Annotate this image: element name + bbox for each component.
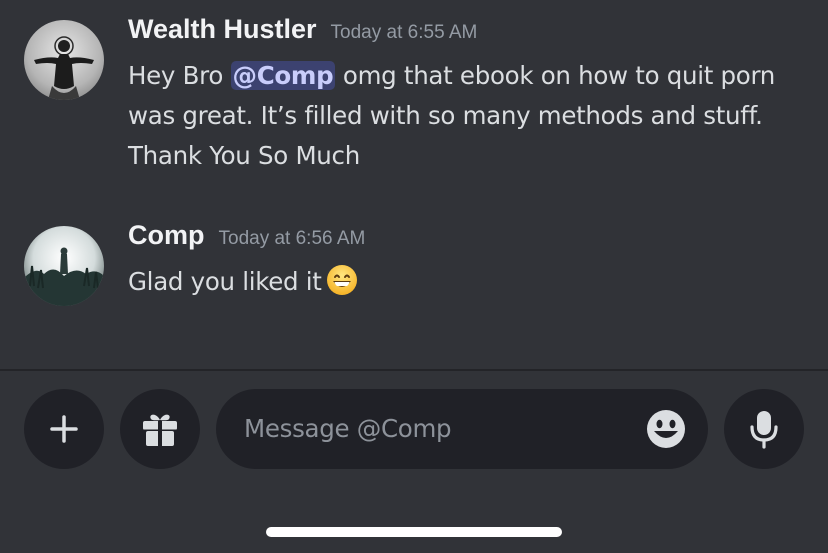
add-attachment-button[interactable] bbox=[24, 389, 104, 469]
message-timestamp: Today at 6:55 AM bbox=[330, 22, 478, 43]
message-content: Hey Bro @Comp omg that ebook on how to q… bbox=[128, 56, 818, 176]
user-avatar[interactable] bbox=[24, 226, 104, 306]
gift-button[interactable] bbox=[120, 389, 200, 469]
home-indicator[interactable] bbox=[266, 527, 562, 537]
voice-message-button[interactable] bbox=[724, 389, 804, 469]
message-input-placeholder: Message @Comp bbox=[244, 414, 452, 443]
username[interactable]: Comp bbox=[128, 220, 205, 251]
plus-icon bbox=[50, 415, 78, 443]
avatar-image bbox=[24, 20, 104, 100]
message-text: Hey Bro bbox=[128, 61, 231, 90]
emoji-picker-icon bbox=[647, 410, 685, 448]
message-content: Glad you liked it bbox=[128, 262, 818, 308]
composer-divider bbox=[0, 369, 828, 371]
emoji-picker-button[interactable] bbox=[646, 409, 686, 449]
message-header: Comp Today at 6:56 AM bbox=[128, 220, 365, 258]
grinning-face-emoji-icon bbox=[326, 264, 358, 308]
user-avatar[interactable] bbox=[24, 20, 104, 100]
avatar-image bbox=[24, 226, 104, 306]
microphone-icon bbox=[750, 411, 778, 449]
gift-icon bbox=[143, 414, 177, 446]
message-header: Wealth Hustler Today at 6:55 AM bbox=[128, 14, 477, 52]
user-mention[interactable]: @Comp bbox=[230, 61, 336, 90]
message-timestamp: Today at 6:56 AM bbox=[218, 228, 366, 249]
message-text: Glad you liked it bbox=[128, 267, 322, 296]
username[interactable]: Wealth Hustler bbox=[128, 14, 317, 45]
message-input[interactable]: Message @Comp bbox=[216, 389, 708, 469]
